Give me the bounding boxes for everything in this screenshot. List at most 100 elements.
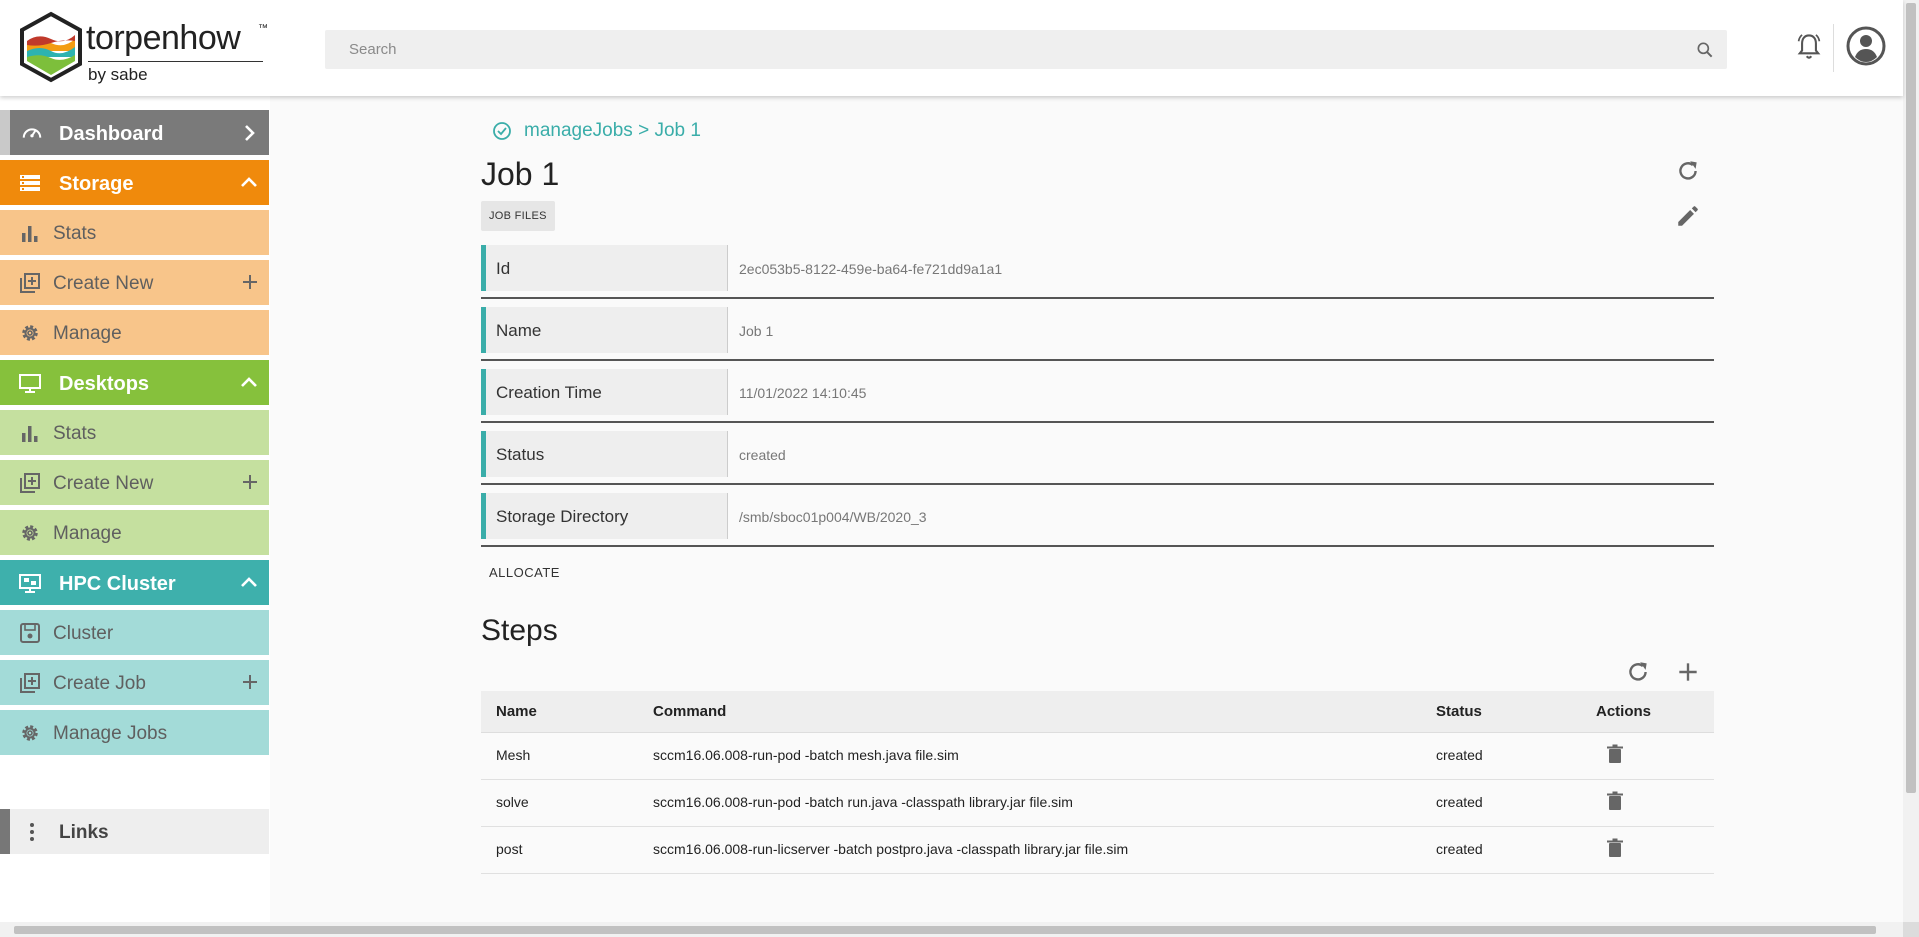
gear-icon — [19, 722, 41, 744]
brand-trademark: ™ — [258, 23, 268, 34]
field-storage-directory-label: Storage Directory — [496, 507, 629, 526]
refresh-icon[interactable] — [1675, 158, 1701, 184]
add-step-icon[interactable] — [1675, 659, 1701, 685]
step-name: Mesh — [496, 747, 531, 763]
edit-pencil-icon[interactable] — [1675, 203, 1701, 229]
search-icon[interactable] — [1695, 40, 1715, 60]
header-divider — [1833, 24, 1834, 72]
trash-icon[interactable] — [1606, 791, 1624, 811]
sidebar-desktops-stats[interactable]: Stats — [0, 410, 269, 455]
field-name: Name Job 1 — [481, 307, 1714, 361]
sidebar-hpc-cluster-item-label: Cluster — [53, 623, 114, 644]
search-input[interactable] — [325, 30, 1689, 69]
chevron-up-icon — [239, 373, 259, 393]
speedometer-icon — [21, 122, 43, 144]
gear-icon — [19, 522, 41, 544]
breadcrumb-text[interactable]: manageJobs > Job 1 — [524, 120, 701, 142]
column-status: Status — [1436, 703, 1482, 720]
brand-subtitle: by sabe — [88, 65, 148, 84]
allocate-button[interactable]: ALLOCATE — [481, 561, 568, 584]
notification-bell-icon[interactable] — [1795, 32, 1823, 62]
chevron-up-icon — [239, 173, 259, 193]
more-vertical-icon — [26, 821, 48, 843]
sidebar-desktops[interactable]: Desktops — [0, 360, 269, 405]
add-box-icon — [19, 472, 41, 494]
account-avatar-icon[interactable] — [1846, 26, 1886, 66]
sidebar-hpc-cluster-label: HPC Cluster — [59, 573, 176, 595]
field-name-value: Job 1 — [739, 323, 774, 339]
job-files-button[interactable]: JOB FILES — [481, 201, 555, 231]
field-storage-directory-value: /smb/sboc01p004/WB/2020_3 — [739, 509, 927, 525]
field-creation-time-label: Creation Time — [496, 383, 602, 402]
column-actions: Actions — [1596, 703, 1652, 720]
hexagon-logo-icon — [20, 11, 82, 83]
sidebar-desktops-create-new[interactable]: Create New — [0, 460, 269, 505]
sidebar-links-label: Links — [59, 822, 109, 843]
plus-icon[interactable] — [241, 473, 259, 491]
sidebar-storage-stats-label: Stats — [53, 223, 97, 244]
sidebar-hpc-create-job-label: Create Job — [53, 673, 146, 694]
sidebar-hpc-manage-jobs-label: Manage Jobs — [53, 723, 168, 744]
field-creation-time-value: 11/01/2022 14:10:45 — [739, 385, 867, 401]
field-status-value: created — [739, 447, 786, 463]
sidebar-hpc-create-job[interactable]: Create Job — [0, 660, 269, 705]
step-status: created — [1436, 794, 1483, 810]
sidebar-desktops-stats-label: Stats — [53, 423, 97, 444]
steps-table: Name Command Status Actions Mesh sccm16.… — [481, 691, 1714, 874]
cluster-monitor-icon — [19, 572, 41, 594]
field-label: Creation Time — [481, 369, 728, 415]
save-icon — [19, 622, 41, 644]
chevron-right-icon — [239, 123, 259, 143]
field-status-label: Status — [496, 445, 545, 464]
horizontal-scrollbar-thumb[interactable] — [14, 926, 1876, 934]
sidebar-links[interactable]: Links — [0, 809, 269, 854]
sidebar-storage-label: Storage — [59, 173, 134, 195]
sidebar-hpc-cluster-item[interactable]: Cluster — [0, 610, 269, 655]
sidebar-hpc-manage-jobs[interactable]: Manage Jobs — [0, 710, 269, 755]
vertical-scrollbar-thumb[interactable] — [1906, 3, 1916, 793]
field-id: Id 2ec053b5-8122-459e-ba64-fe721dd9a1a1 — [481, 245, 1714, 299]
breadcrumb[interactable]: manageJobs > Job 1 — [492, 120, 701, 142]
add-box-icon — [19, 272, 41, 294]
storage-list-icon — [19, 172, 41, 194]
add-box-icon — [19, 672, 41, 694]
step-name: solve — [496, 794, 529, 810]
gear-icon — [19, 322, 41, 344]
plus-icon[interactable] — [241, 273, 259, 291]
field-label: Name — [481, 307, 728, 353]
field-status: Status created — [481, 431, 1714, 485]
step-command: sccm16.06.008-run-pod -batch mesh.java f… — [653, 747, 959, 763]
sidebar-hpc-cluster[interactable]: HPC Cluster — [0, 560, 269, 605]
torpenhow-logo[interactable]: torpenhow ™ by sabe — [18, 11, 278, 87]
monitor-icon — [19, 372, 41, 394]
step-status: created — [1436, 747, 1483, 763]
column-name: Name — [496, 703, 537, 720]
sidebar-storage[interactable]: Storage — [0, 160, 269, 205]
trash-icon[interactable] — [1606, 744, 1624, 764]
page-title: Job 1 — [481, 156, 560, 192]
sidebar-desktops-manage[interactable]: Manage — [0, 510, 269, 555]
sidebar-storage-manage-label: Manage — [53, 323, 122, 344]
sidebar-storage-create-new-label: Create New — [53, 273, 154, 294]
trash-icon[interactable] — [1606, 838, 1624, 858]
bar-chart-icon — [19, 422, 41, 444]
sidebar-storage-stats[interactable]: Stats — [0, 210, 269, 255]
column-command: Command — [653, 703, 727, 720]
sidebar-storage-manage[interactable]: Manage — [0, 310, 269, 355]
step-status: created — [1436, 841, 1483, 857]
brand-divider — [88, 61, 263, 62]
sidebar-desktops-label: Desktops — [59, 373, 150, 395]
sidebar-storage-create-new[interactable]: Create New — [0, 260, 269, 305]
field-label: Id — [481, 245, 728, 291]
sidebar: Dashboard Storage Stats Create New Manag… — [0, 96, 270, 937]
field-label: Status — [481, 431, 728, 477]
table-row: Mesh sccm16.06.008-run-pod -batch mesh.j… — [481, 733, 1714, 780]
steps-refresh-icon[interactable] — [1625, 659, 1651, 685]
plus-icon[interactable] — [241, 673, 259, 691]
step-command: sccm16.06.008-run-pod -batch run.java -c… — [653, 794, 1073, 810]
search-bar[interactable] — [325, 30, 1727, 69]
field-name-label: Name — [496, 321, 542, 340]
field-label: Storage Directory — [481, 493, 728, 539]
sidebar-dashboard[interactable]: Dashboard — [0, 110, 269, 155]
table-header: Name Command Status Actions — [481, 691, 1714, 733]
